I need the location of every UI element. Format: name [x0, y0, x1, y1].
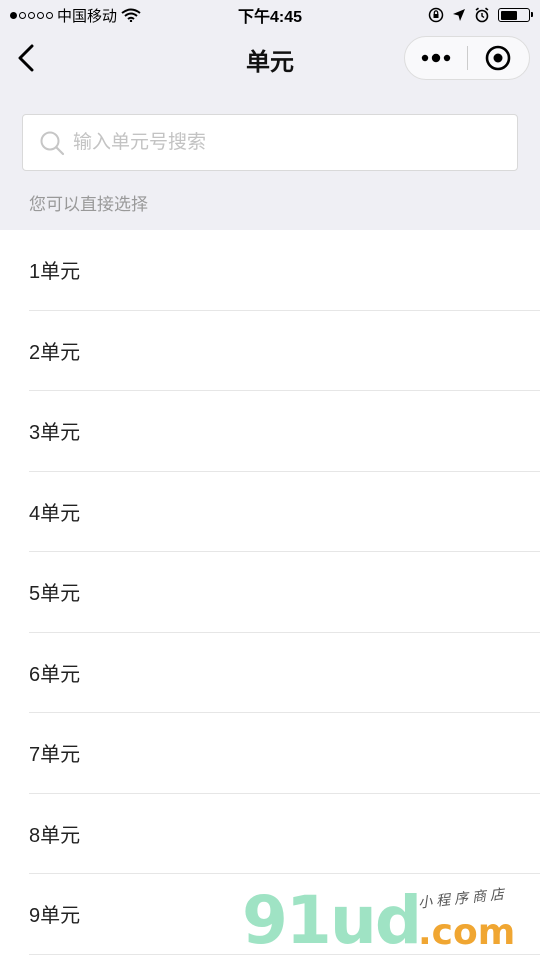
status-right: [428, 7, 533, 23]
unit-list: 1单元 2单元 3单元 4单元 5单元 6单元 7单元 8单元 9单元: [0, 230, 540, 960]
navigation-bar: 单元: [0, 30, 540, 88]
chevron-left-icon: [18, 44, 34, 72]
list-item-unit-4[interactable]: 4单元: [29, 472, 540, 552]
alarm-clock-icon: [475, 7, 489, 23]
signal-dot: [28, 11, 35, 19]
signal-dot: [10, 11, 17, 19]
signal-dot: [37, 11, 44, 19]
signal-dot: [19, 11, 26, 19]
unit-label: 9单元: [29, 905, 81, 928]
list-item-unit-6[interactable]: 6单元: [29, 633, 540, 713]
location-arrow-icon: [453, 9, 465, 21]
list-item-unit-5[interactable]: 5单元: [29, 552, 540, 633]
unit-label: 1单元: [29, 261, 81, 284]
list-item-unit-9[interactable]: 9单元: [29, 874, 540, 955]
unit-label: 2单元: [29, 341, 81, 364]
close-miniprogram-button[interactable]: [468, 37, 530, 79]
unit-label: 4单元: [29, 502, 81, 525]
signal-dot: [46, 11, 53, 19]
list-item-unit-8[interactable]: 8单元: [29, 794, 540, 874]
list-item-unit-7[interactable]: 7单元: [29, 713, 540, 794]
more-button[interactable]: [405, 37, 467, 79]
selection-hint: 您可以直接选择: [29, 195, 148, 214]
unit-label: 7单元: [29, 744, 81, 767]
rotation-lock-icon: [428, 7, 444, 23]
list-item-unit-1[interactable]: 1单元: [29, 230, 540, 311]
battery-level-fill: [500, 10, 518, 20]
search-icon: [40, 131, 65, 155]
search-box: [22, 114, 518, 171]
wifi-icon: [121, 8, 141, 22]
battery-icon: [498, 8, 533, 22]
unit-label: 8单元: [29, 824, 81, 847]
status-bar: 中国移动 下午4:45: [0, 0, 540, 30]
carrier-name: 中国移动: [57, 7, 118, 25]
target-circle-icon: [485, 45, 511, 71]
unit-label: 6单元: [29, 663, 81, 686]
list-item-unit-2[interactable]: 2单元: [29, 311, 540, 391]
unit-label: 5单元: [29, 583, 81, 606]
more-dots-icon: [421, 53, 450, 63]
back-button[interactable]: [12, 42, 40, 74]
miniprogram-capsule: [404, 36, 530, 80]
list-item-unit-3[interactable]: 3单元: [29, 391, 540, 472]
status-left: 中国移动: [10, 5, 141, 26]
signal-strength-icon: [10, 11, 53, 19]
unit-label: 3单元: [29, 422, 81, 445]
search-input[interactable]: [73, 115, 517, 170]
